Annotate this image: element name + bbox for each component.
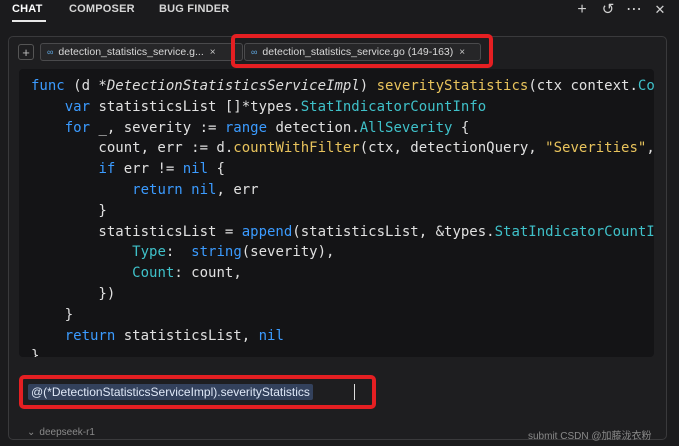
text-caret [354,384,355,400]
code-line: } [31,348,40,357]
code-block: func (d *DetectionStatisticsServiceImpl)… [19,69,654,357]
code-line: for _, severity := range detection.AllSe… [64,119,470,136]
model-selector[interactable]: ⌄ deepseek-r1 [27,427,95,438]
code-line: var statisticsList []*types.StatIndicato… [64,98,487,115]
submit-hint[interactable]: submit CSDN @加藤泷衣粉 [528,427,652,442]
tab-chat[interactable]: CHAT [12,3,43,15]
chat-input-panel: + ∞ detection_statistics_service.g... × … [8,34,667,442]
history-icon[interactable]: ↺ [598,0,618,20]
chevron-down-icon: ⌄ [27,427,36,438]
code-line: Count: count, [132,265,242,282]
code-line: }) [31,286,116,302]
code-line: return nil, err [132,182,259,198]
add-context-button[interactable]: + [18,44,34,60]
more-icon[interactable]: ⋯ [624,0,644,20]
code-line: } [31,306,74,323]
code-line: if err != nil { [98,161,225,178]
context-chip-file[interactable]: ∞ detection_statistics_service.g... × [40,43,243,61]
plus-icon[interactable]: + [572,0,592,20]
code-line: count, err := d.countWithFilter(ctx, det… [31,140,654,157]
go-file-icon: ∞ [47,47,54,57]
remove-chip-icon[interactable]: × [210,47,216,58]
active-tab-indicator [12,20,46,22]
close-icon[interactable]: ✕ [650,0,670,20]
symbol-mention[interactable]: @(*DetectionStatisticsServiceImpl).sever… [28,384,313,400]
context-chip-label: detection_statistics_service.g... [58,46,204,58]
context-bar: + ∞ detection_statistics_service.g... × … [9,34,666,68]
code-line: return statisticsList, nil [64,327,284,344]
model-name: deepseek-r1 [39,427,95,438]
highlight-box-chip [231,34,493,68]
top-bar: CHAT COMPOSER BUG FINDER + ↺ ⋯ ✕ [0,0,679,22]
tab-composer[interactable]: COMPOSER [69,3,135,15]
code-line: statisticsList = append(statisticsList, … [31,223,654,240]
code-line: func (d *DetectionStatisticsServiceImpl)… [31,78,654,94]
tab-bug-finder[interactable]: BUG FINDER [159,3,229,15]
code-line: } [31,202,107,219]
message-input[interactable]: @(*DetectionStatisticsServiceImpl).sever… [19,375,376,409]
code-line: Type: string(severity), [132,244,335,261]
